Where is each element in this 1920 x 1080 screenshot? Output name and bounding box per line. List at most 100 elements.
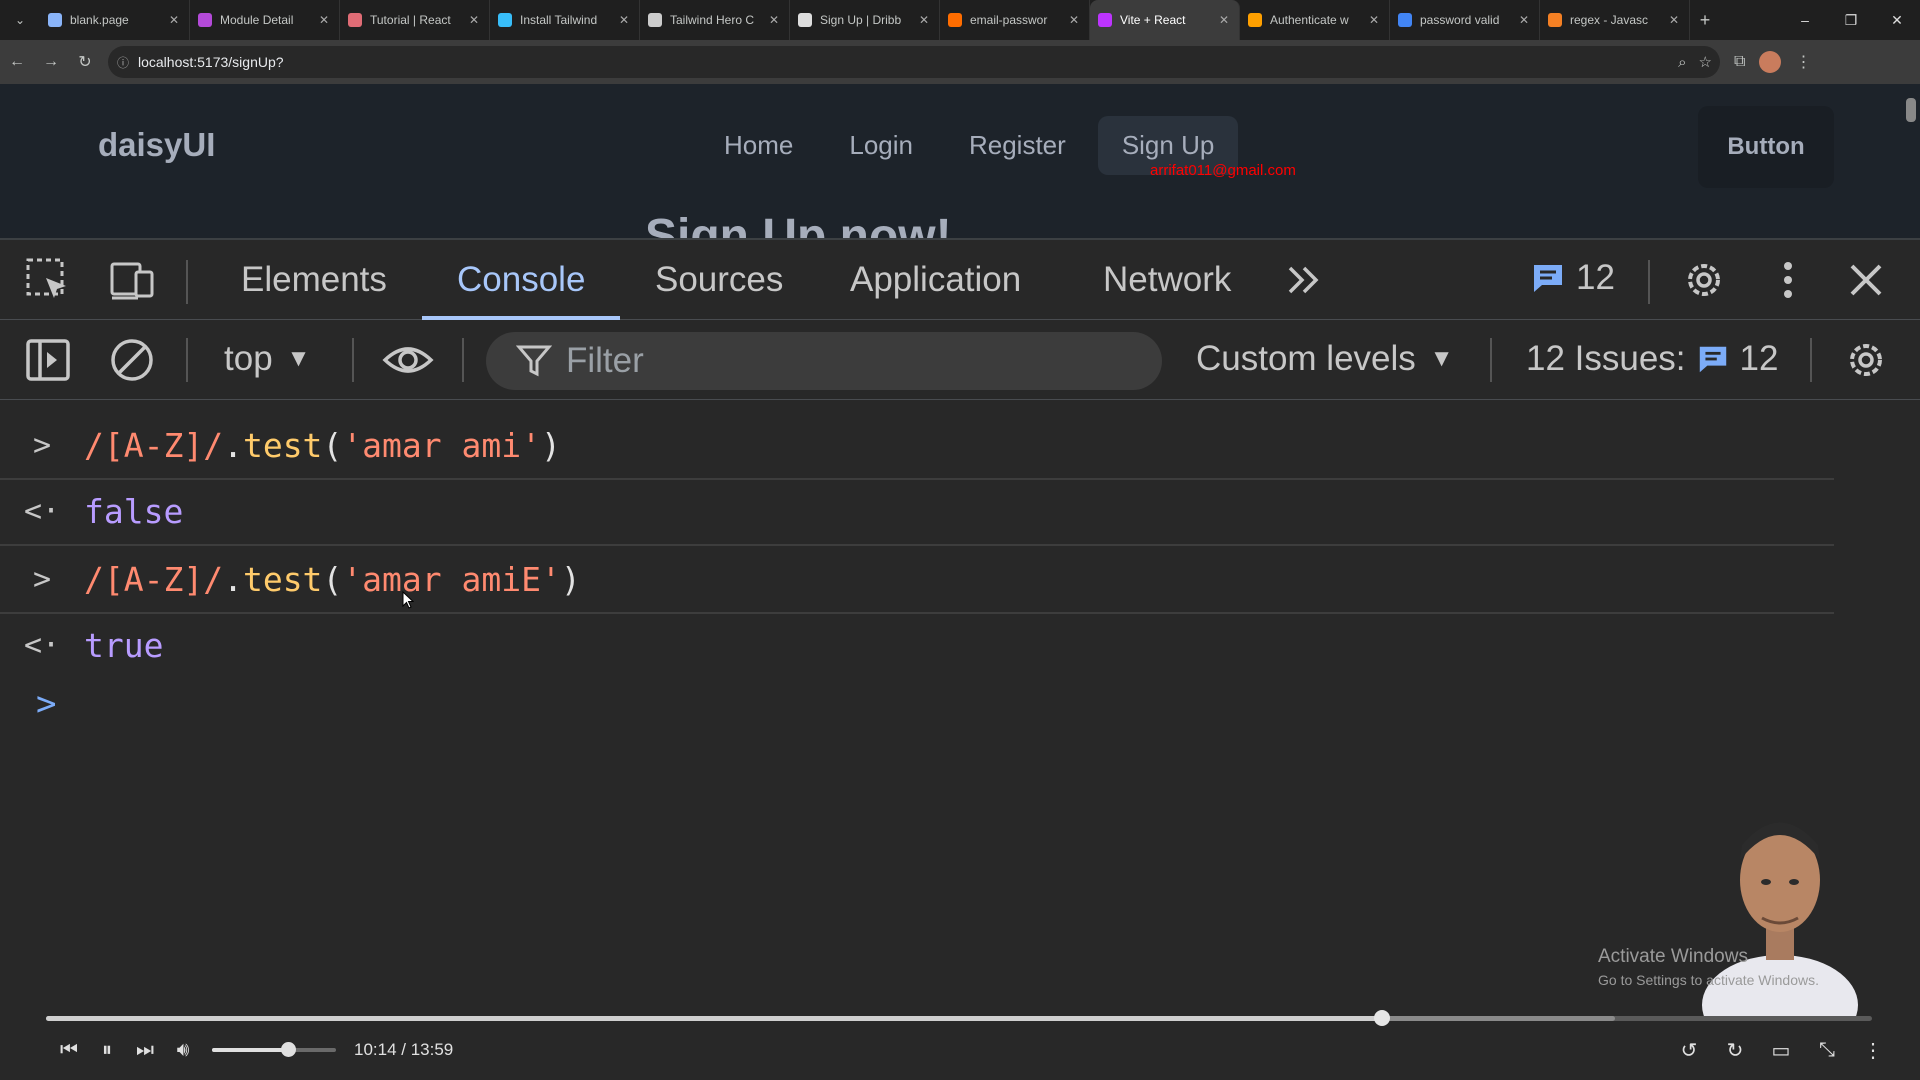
tab-close-icon[interactable]: ✕: [1367, 13, 1381, 27]
browser-tab[interactable]: Module Detail ✕: [190, 0, 340, 40]
tab-close-icon[interactable]: ✕: [917, 13, 931, 27]
extensions-icon[interactable]: ⧉: [1734, 53, 1745, 71]
more-tabs-chevron-icon[interactable]: [1280, 256, 1328, 304]
nav-link-home[interactable]: Home: [700, 116, 817, 175]
browser-tab[interactable]: Install Tailwind ✕: [490, 0, 640, 40]
console-filter-input[interactable]: Filter: [486, 332, 1162, 390]
sidebar-toggle-icon[interactable]: [24, 336, 72, 384]
tab-close-icon[interactable]: ✕: [1217, 13, 1231, 27]
browser-tab[interactable]: email-passwor ✕: [940, 0, 1090, 40]
issues-badge[interactable]: 12: [1530, 258, 1615, 298]
address-bar[interactable]: ⓘ localhost:5173/signUp? ⌕ ☆: [108, 46, 1720, 78]
nav-link-register[interactable]: Register: [945, 116, 1090, 175]
forward-10-icon[interactable]: ↻: [1716, 1031, 1754, 1069]
console-prompt-icon[interactable]: >: [36, 684, 56, 724]
exit-fullscreen-icon[interactable]: ⤡: [1808, 1031, 1846, 1069]
video-scrubber-handle[interactable]: [1373, 1010, 1390, 1026]
reload-icon[interactable]: ↻: [68, 45, 102, 79]
tab-favicon-icon: [1248, 13, 1262, 27]
tab-list: blank.page ✕ Module Detail ✕ Tutorial | Reac…: [40, 0, 1690, 40]
log-levels-value: Custom levels: [1196, 339, 1416, 378]
browser-tab[interactable]: blank.page ✕: [40, 0, 190, 40]
console-input-line[interactable]: > /[A-Z]/. test('amar ami'): [0, 412, 1834, 480]
browser-tab[interactable]: password valid ✕: [1390, 0, 1540, 40]
clear-console-icon[interactable]: [108, 336, 156, 384]
tab-close-icon[interactable]: ✕: [1517, 13, 1531, 27]
tab-favicon-icon: [1098, 13, 1112, 27]
zoom-icon[interactable]: ⌕: [1678, 54, 1686, 71]
tab-favicon-icon: [498, 13, 512, 27]
skip-next-icon[interactable]: ⏭: [126, 1031, 164, 1069]
volume-icon[interactable]: 🔊︎: [164, 1031, 202, 1069]
close-window-icon[interactable]: ✕: [1874, 0, 1920, 40]
log-levels-dropdown[interactable]: Custom levels ▼: [1196, 336, 1454, 382]
console-input-line[interactable]: > /[A-Z]/. test('amar amiE'): [0, 546, 1834, 614]
video-progress-fill: [46, 1016, 1382, 1021]
tab-application[interactable]: Application: [850, 240, 1021, 320]
tab-close-icon[interactable]: ✕: [167, 13, 181, 27]
divider: [1810, 338, 1812, 382]
back-icon[interactable]: ←: [0, 45, 34, 79]
browser-tab[interactable]: Vite + React ✕: [1090, 0, 1240, 40]
tab-elements[interactable]: Elements: [241, 240, 387, 320]
header-button[interactable]: Button: [1698, 106, 1834, 188]
context-selector[interactable]: top ▼: [224, 336, 310, 382]
device-toolbar-icon[interactable]: [108, 256, 156, 304]
issues-count-value: 12: [1739, 339, 1779, 378]
theater-mode-icon[interactable]: ▭: [1762, 1031, 1800, 1069]
tab-network[interactable]: Network: [1103, 240, 1231, 320]
kebab-menu-icon[interactable]: [1764, 256, 1812, 304]
web-page-viewport: daisyUI Home Login Register Sign Up arri…: [0, 84, 1920, 238]
player-menu-icon[interactable]: ⋮: [1854, 1031, 1892, 1069]
live-expression-eye-icon[interactable]: [382, 334, 434, 386]
browser-tab[interactable]: Tailwind Hero C ✕: [640, 0, 790, 40]
tab-title: Authenticate w: [1270, 13, 1349, 27]
browser-menu-icon[interactable]: ⋮: [1795, 52, 1811, 72]
forward-icon[interactable]: →: [34, 45, 68, 79]
inspect-element-icon[interactable]: [24, 256, 72, 304]
open-paren: (: [322, 559, 343, 599]
site-info-icon[interactable]: ⓘ: [108, 54, 138, 71]
tab-favicon-icon: [348, 13, 362, 27]
open-paren: (: [322, 425, 343, 465]
browser-tab[interactable]: regex - Javasc ✕: [1540, 0, 1690, 40]
skip-previous-icon[interactable]: ⏮: [50, 1031, 88, 1069]
toolbar-actions: ⧉ ⋮: [1734, 51, 1811, 73]
minimize-icon[interactable]: –: [1782, 0, 1828, 40]
console-settings-gear-icon[interactable]: [1842, 336, 1890, 384]
tab-favicon-icon: [648, 13, 662, 27]
tab-console[interactable]: Console: [457, 240, 585, 320]
site-brand[interactable]: daisyUI: [98, 126, 215, 164]
video-progress-bar[interactable]: [46, 1010, 1872, 1026]
browser-tab[interactable]: Sign Up | Dribb ✕: [790, 0, 940, 40]
tab-close-icon[interactable]: ✕: [317, 13, 331, 27]
browser-tab[interactable]: Authenticate w ✕: [1240, 0, 1390, 40]
tab-close-icon[interactable]: ✕: [1667, 13, 1681, 27]
tab-search-icon[interactable]: ⌄: [0, 0, 40, 40]
issues-counter[interactable]: 12 Issues: 12: [1526, 336, 1778, 382]
nav-link-login[interactable]: Login: [825, 116, 937, 175]
new-tab-icon[interactable]: +: [1690, 10, 1720, 31]
settings-gear-icon[interactable]: [1680, 256, 1728, 304]
tab-favicon-icon: [48, 13, 62, 27]
tab-close-icon[interactable]: ✕: [1067, 13, 1081, 27]
divider: [1490, 338, 1492, 382]
rewind-10-icon[interactable]: ↺: [1670, 1031, 1708, 1069]
pause-icon[interactable]: ⏸: [88, 1031, 126, 1069]
restore-icon[interactable]: ❐: [1828, 0, 1874, 40]
tab-close-icon[interactable]: ✕: [617, 13, 631, 27]
bookmark-star-icon[interactable]: ☆: [1699, 53, 1712, 71]
close-devtools-icon[interactable]: [1842, 256, 1890, 304]
browser-toolbar: ← → ↻ ⓘ localhost:5173/signUp? ⌕ ☆ ⧉ ⋮: [0, 40, 1920, 84]
profile-avatar[interactable]: [1759, 51, 1782, 73]
volume-handle[interactable]: [280, 1042, 296, 1057]
tab-close-icon[interactable]: ✕: [467, 13, 481, 27]
volume-slider[interactable]: [212, 1042, 336, 1057]
tab-close-icon[interactable]: ✕: [767, 13, 781, 27]
page-scrollbar[interactable]: [1906, 98, 1916, 122]
tab-sources[interactable]: Sources: [655, 240, 783, 320]
dropdown-triangle-icon: ▼: [286, 345, 311, 372]
divider: [186, 338, 188, 382]
string-argument: 'amar ami': [342, 425, 541, 465]
browser-tab[interactable]: Tutorial | React ✕: [340, 0, 490, 40]
